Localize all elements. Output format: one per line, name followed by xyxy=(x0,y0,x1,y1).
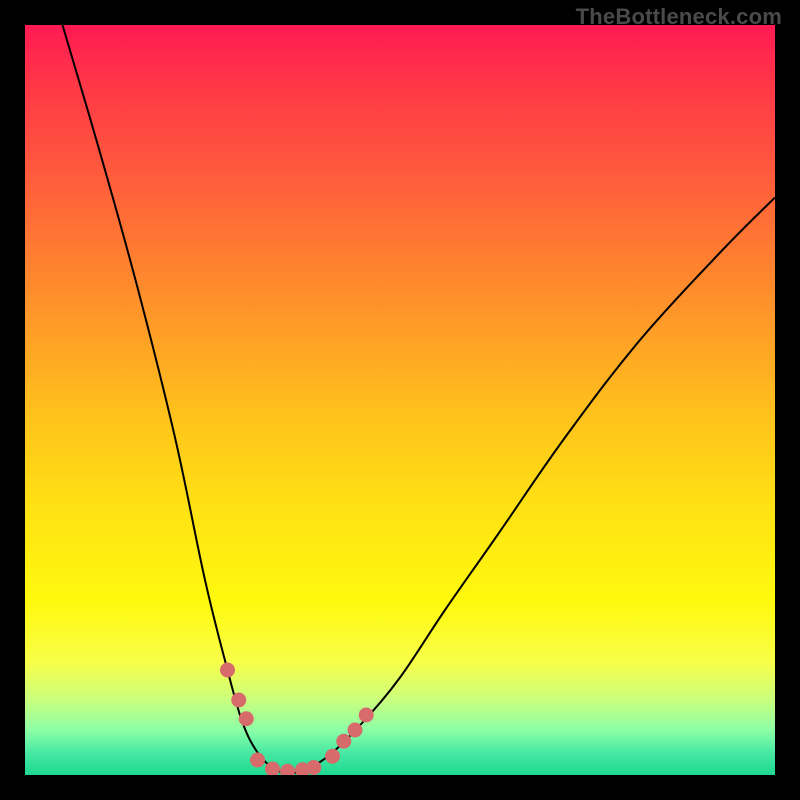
left-curve-path xyxy=(63,25,288,775)
curve-markers xyxy=(220,663,374,776)
chart-container: TheBottleneck.com xyxy=(0,0,800,800)
curve-marker xyxy=(359,708,374,723)
curve-marker xyxy=(325,749,340,764)
curve-marker xyxy=(231,693,246,708)
curve-marker xyxy=(239,711,254,726)
plot-area xyxy=(25,25,775,775)
curve-marker xyxy=(336,734,351,749)
curve-marker xyxy=(348,723,363,738)
curve-marker xyxy=(250,753,265,768)
curve-marker xyxy=(280,764,295,775)
curve-overlay xyxy=(25,25,775,775)
right-curve-path xyxy=(288,198,776,776)
curve-marker xyxy=(306,760,321,775)
curve-marker xyxy=(220,663,235,678)
